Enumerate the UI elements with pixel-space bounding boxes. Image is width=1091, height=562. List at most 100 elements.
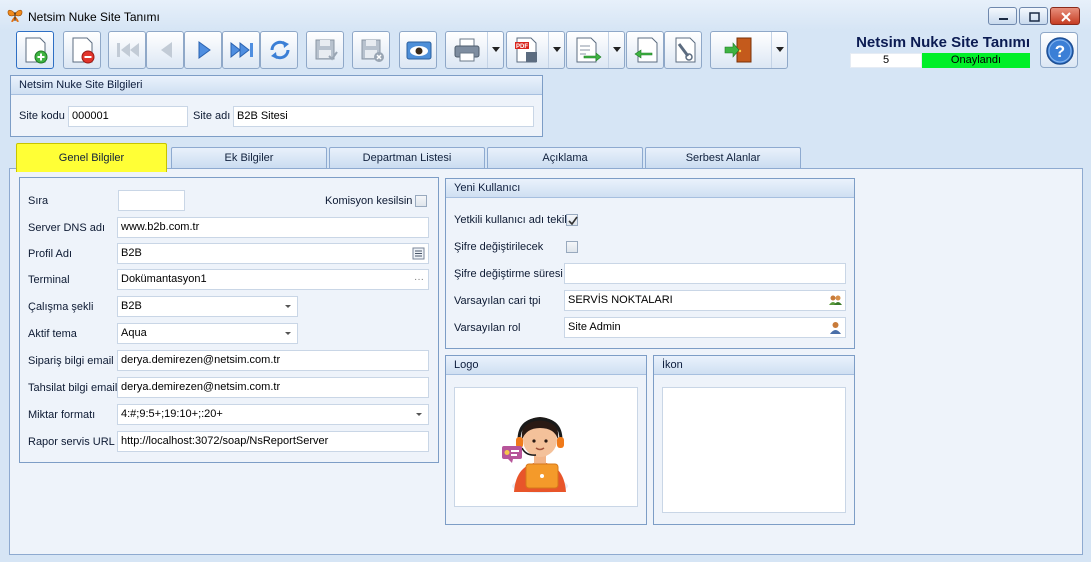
- miktar-select[interactable]: 4:#;9:5+;19:10+;:20+: [117, 404, 429, 425]
- help-button[interactable]: ?: [1040, 32, 1078, 68]
- general-info-group: Sıra Komisyon kesilsin Server DNS adı ww…: [19, 177, 439, 463]
- terminal-value: Dokümantasyon1: [121, 273, 207, 285]
- tahsilat-email-label: Tahsilat bilgi email: [28, 382, 118, 394]
- rapor-label: Rapor servis URL: [28, 436, 115, 448]
- site-code-field[interactable]: 000001: [68, 106, 188, 127]
- tema-select[interactable]: Aqua: [117, 323, 298, 344]
- cancel-changes-button[interactable]: [352, 31, 390, 69]
- tahsilat-email-field[interactable]: derya.demirezen@netsim.com.tr: [117, 377, 429, 398]
- ellipsis-icon[interactable]: ···: [414, 270, 424, 289]
- exit-door-icon: [724, 37, 752, 63]
- yetkili-checkbox[interactable]: [566, 214, 578, 226]
- yetkili-label: Yetkili kullanıcı adı tekil: [454, 214, 567, 226]
- server-dns-field[interactable]: www.b2b.com.tr: [117, 217, 429, 238]
- calisma-value: B2B: [121, 300, 142, 312]
- tab-departman-listesi[interactable]: Departman Listesi: [329, 147, 485, 169]
- sure-field[interactable]: [564, 263, 846, 284]
- tab-aciklama[interactable]: Açıklama: [487, 147, 643, 169]
- tools-button[interactable]: [664, 31, 702, 69]
- chevron-down-icon: [492, 47, 500, 52]
- siparis-email-field[interactable]: derya.demirezen@netsim.com.tr: [117, 350, 429, 371]
- user-icon[interactable]: [828, 320, 843, 335]
- new-document-icon: [25, 37, 48, 64]
- users-icon[interactable]: [828, 293, 843, 308]
- lookup-list-icon[interactable]: [411, 246, 426, 261]
- print-button[interactable]: [445, 31, 504, 69]
- dropdown-arrow-icon: [285, 305, 291, 308]
- tools-icon: [675, 37, 696, 63]
- first-record-button[interactable]: [108, 31, 146, 69]
- delete-record-button[interactable]: [63, 31, 101, 69]
- title-bar: Netsim Nuke Site Tanımı: [0, 0, 1091, 30]
- rol-label: Varsayılan rol: [454, 322, 521, 334]
- site-name-field[interactable]: B2B Sitesi: [233, 106, 534, 127]
- profil-field[interactable]: B2B: [117, 243, 429, 264]
- refresh-icon: [270, 40, 290, 60]
- profil-label: Profil Adı: [28, 248, 73, 260]
- tab-serbest-alanlar[interactable]: Serbest Alanlar: [645, 147, 801, 169]
- status-badge: Onaylandı: [922, 53, 1030, 68]
- previous-record-button[interactable]: [146, 31, 184, 69]
- support-agent-illustration: [502, 417, 568, 493]
- pdf-icon: PDF: [515, 37, 537, 63]
- save-button[interactable]: [306, 31, 344, 69]
- profil-value: B2B: [121, 247, 142, 259]
- import-button[interactable]: [626, 31, 664, 69]
- sira-label: Sıra: [28, 195, 49, 207]
- chevron-down-icon: [613, 47, 621, 52]
- rol-field[interactable]: Site Admin: [564, 317, 846, 338]
- export-button[interactable]: [566, 31, 625, 69]
- record-number: 5: [850, 53, 922, 68]
- exit-button[interactable]: [710, 31, 788, 69]
- dropdown-arrow-icon: [285, 332, 291, 335]
- tab-genel-bilgiler[interactable]: Genel Bilgiler: [16, 143, 167, 172]
- rapor-url-field[interactable]: http://localhost:3072/soap/NsReportServe…: [117, 431, 429, 452]
- butterfly-icon: [7, 9, 23, 22]
- cari-field[interactable]: SERVİS NOKTALARI: [564, 290, 846, 311]
- close-window-button[interactable]: [1050, 7, 1080, 25]
- minimize-button[interactable]: [988, 7, 1017, 25]
- tab-panel-genel: Sıra Komisyon kesilsin Server DNS adı ww…: [9, 168, 1083, 555]
- rol-value: Site Admin: [568, 321, 621, 333]
- terminal-label: Terminal: [28, 274, 70, 286]
- new-user-group: Yeni Kullanıcı Yetkili kullanıcı adı tek…: [445, 178, 855, 349]
- previous-icon: [161, 42, 172, 58]
- last-icon: [230, 41, 253, 59]
- window-title: Netsim Nuke Site Tanımı: [28, 10, 160, 24]
- import-icon: [634, 37, 658, 63]
- logo-title: Logo: [446, 356, 646, 375]
- next-record-button[interactable]: [184, 31, 222, 69]
- ikon-group: İkon: [653, 355, 855, 525]
- last-record-button[interactable]: [222, 31, 260, 69]
- calisma-select[interactable]: B2B: [117, 296, 298, 317]
- terminal-field[interactable]: Dokümantasyon1 ···: [117, 269, 429, 290]
- site-code-label: Site kodu: [19, 110, 65, 122]
- new-user-title: Yeni Kullanıcı: [446, 179, 854, 198]
- preview-button[interactable]: [399, 31, 437, 69]
- logo-group: Logo: [445, 355, 647, 525]
- ikon-image-box[interactable]: [662, 387, 846, 513]
- maximize-button[interactable]: [1019, 7, 1048, 25]
- tab-ek-bilgiler[interactable]: Ek Bilgiler: [171, 147, 327, 169]
- site-name-label: Site adı: [193, 110, 231, 122]
- save-cancel-icon: [361, 39, 384, 62]
- save-icon: [315, 39, 338, 61]
- svg-text:?: ?: [1055, 42, 1065, 61]
- new-record-button[interactable]: [16, 31, 54, 69]
- dropdown-arrow-icon: [416, 413, 422, 416]
- cari-label: Varsayılan cari tpi: [454, 295, 541, 307]
- delete-document-icon: [72, 37, 95, 64]
- server-dns-label: Server DNS adı: [28, 222, 106, 234]
- logo-image-box[interactable]: [454, 387, 638, 507]
- miktar-label: Miktar formatı: [28, 409, 96, 421]
- calisma-label: Çalışma şekli: [28, 301, 94, 313]
- site-info-group: Netsim Nuke Site Bilgileri Site kodu 000…: [10, 75, 543, 137]
- export-pdf-button[interactable]: PDF: [506, 31, 565, 69]
- minimize-icon: [999, 18, 1008, 20]
- tema-label: Aktif tema: [28, 328, 77, 340]
- komisyon-checkbox[interactable]: [415, 195, 427, 207]
- sifre-checkbox[interactable]: [566, 241, 578, 253]
- refresh-button[interactable]: [260, 31, 298, 69]
- form-title: Netsim Nuke Site Tanımı: [856, 34, 1030, 51]
- sira-field[interactable]: [118, 190, 185, 211]
